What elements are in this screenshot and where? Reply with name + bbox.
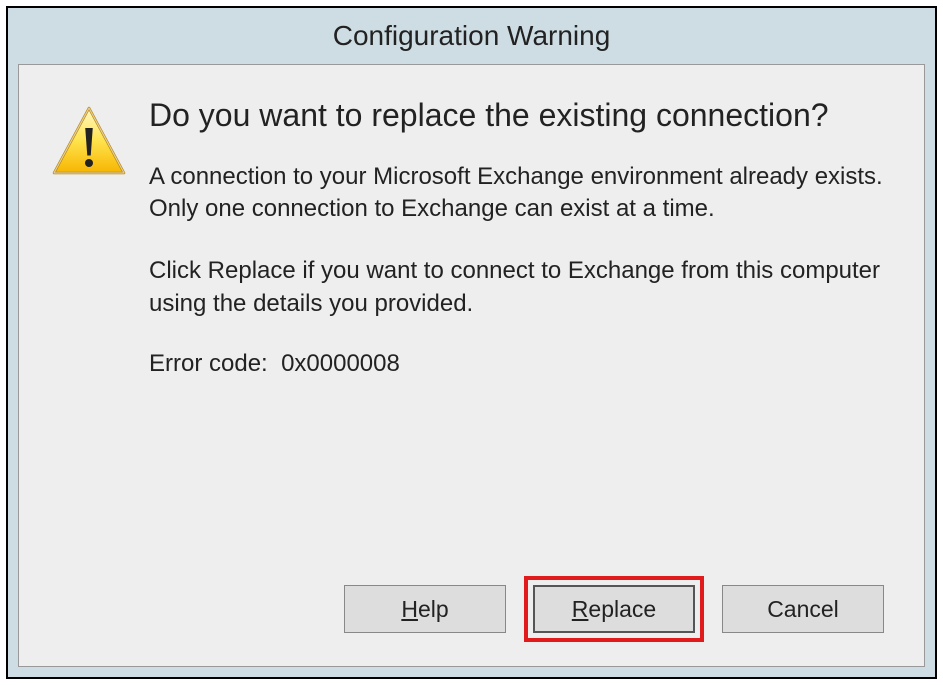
- dialog-title: Configuration Warning: [333, 20, 611, 52]
- help-button-rest: elp: [418, 596, 449, 622]
- help-button[interactable]: Help: [344, 585, 506, 633]
- replace-button-rest: eplace: [588, 596, 656, 622]
- button-row: Help Replace Cancel: [49, 576, 884, 646]
- replace-button-accel: R: [572, 596, 589, 622]
- error-label: Error code:: [149, 350, 268, 377]
- dialog-body-1: A connection to your Microsoft Exchange …: [149, 161, 884, 226]
- replace-button-highlight: Replace: [524, 576, 704, 642]
- dialog-titlebar: Configuration Warning: [8, 8, 935, 64]
- replace-button[interactable]: Replace: [533, 585, 695, 633]
- error-code: 0x0000008: [281, 350, 400, 377]
- help-button-accel: H: [401, 596, 418, 622]
- icon-column: [49, 95, 149, 576]
- dialog-body-2: Click Replace if you want to connect to …: [149, 255, 884, 320]
- cancel-button[interactable]: Cancel: [722, 585, 884, 633]
- configuration-warning-dialog: Configuration Warning: [6, 6, 937, 679]
- dialog-content: Do you want to replace the existing conn…: [18, 64, 925, 667]
- text-column: Do you want to replace the existing conn…: [149, 95, 884, 576]
- cancel-button-label: Cancel: [767, 596, 839, 623]
- content-row: Do you want to replace the existing conn…: [49, 95, 884, 576]
- error-line: Error code: 0x0000008: [149, 350, 884, 378]
- warning-triangle-icon: [49, 103, 129, 183]
- dialog-heading: Do you want to replace the existing conn…: [149, 95, 884, 137]
